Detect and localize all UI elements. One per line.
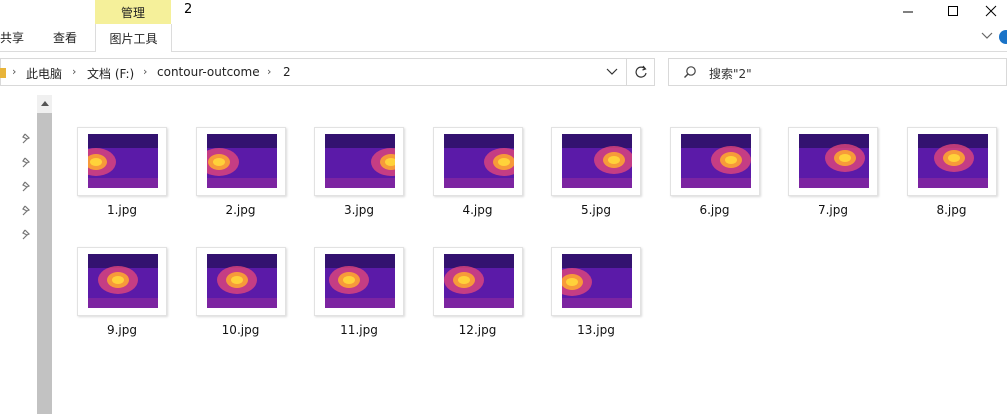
file-name[interactable]: 8.jpg xyxy=(902,203,1002,217)
close-icon xyxy=(985,5,997,17)
file-item[interactable]: 11.jpg xyxy=(309,247,409,337)
file-thumbnail[interactable] xyxy=(906,127,997,196)
file-item[interactable]: 3.jpg xyxy=(309,127,409,217)
chevron-down-icon xyxy=(606,68,618,75)
nav-pane-scrollbar[interactable] xyxy=(37,95,52,414)
file-name[interactable]: 11.jpg xyxy=(309,323,409,337)
file-item[interactable]: 13.jpg xyxy=(546,247,646,337)
maximize-button[interactable] xyxy=(930,0,976,22)
pin-icon[interactable] xyxy=(21,205,33,217)
file-name[interactable]: 3.jpg xyxy=(309,203,409,217)
file-item[interactable]: 2.jpg xyxy=(191,127,291,217)
file-thumbnail[interactable] xyxy=(432,127,523,196)
search-input[interactable]: 搜索"2" xyxy=(668,58,1007,86)
file-item[interactable]: 10.jpg xyxy=(191,247,291,337)
file-thumbnail[interactable] xyxy=(788,127,878,196)
file-thumbnail[interactable] xyxy=(669,127,760,196)
ribbon-tab-row: 共享 查看 图片工具 xyxy=(0,24,1007,52)
address-bar[interactable]: › 此电脑 › 文档 (F:) › contour-outcome › 2 xyxy=(0,58,655,86)
breadcrumb-contour-outcome[interactable]: contour-outcome xyxy=(157,65,260,79)
tab-view[interactable]: 查看 xyxy=(53,24,77,51)
pin-icon[interactable] xyxy=(21,181,33,193)
minimize-icon xyxy=(903,11,913,13)
breadcrumb-separator[interactable]: › xyxy=(72,65,76,78)
contour-image-icon xyxy=(562,254,632,308)
manage-tab[interactable]: 管理 xyxy=(95,0,171,24)
file-name[interactable]: 4.jpg xyxy=(428,203,528,217)
file-name[interactable]: 13.jpg xyxy=(546,323,646,337)
file-thumbnail[interactable] xyxy=(551,127,641,196)
contour-image-icon xyxy=(88,254,158,308)
tab-picture-tools[interactable]: 图片工具 xyxy=(95,24,172,52)
file-item[interactable]: 12.jpg xyxy=(428,247,528,337)
chevron-down-icon xyxy=(981,32,993,39)
file-item[interactable]: 8.jpg xyxy=(902,127,1002,217)
folder-icon xyxy=(0,68,6,78)
file-name[interactable]: 10.jpg xyxy=(191,323,291,337)
file-name[interactable]: 9.jpg xyxy=(72,323,172,337)
file-name[interactable]: 6.jpg xyxy=(665,203,765,217)
file-thumbnail[interactable] xyxy=(77,247,167,316)
breadcrumb-current[interactable]: 2 xyxy=(283,65,291,79)
file-thumbnail[interactable] xyxy=(195,127,286,196)
refresh-icon xyxy=(634,65,647,78)
file-thumbnail[interactable] xyxy=(195,247,286,316)
window-title: 2 xyxy=(184,2,193,17)
breadcrumb-separator[interactable]: › xyxy=(267,65,271,78)
breadcrumb-separator[interactable]: › xyxy=(143,65,147,78)
search-placeholder: 搜索"2" xyxy=(709,67,752,81)
tab-share[interactable]: 共享 xyxy=(0,24,24,51)
file-item[interactable]: 1.jpg xyxy=(72,127,172,217)
contour-image-icon xyxy=(206,134,277,188)
file-thumbnail[interactable] xyxy=(314,127,404,196)
contour-image-icon xyxy=(325,254,395,308)
breadcrumb-drive-f[interactable]: 文档 (F:) xyxy=(87,65,134,82)
file-item[interactable]: 6.jpg xyxy=(665,127,765,217)
help-icon[interactable] xyxy=(999,30,1007,44)
contour-image-icon xyxy=(562,134,632,188)
scroll-up-button[interactable] xyxy=(37,95,52,111)
file-name[interactable]: 5.jpg xyxy=(546,203,646,217)
file-name[interactable]: 7.jpg xyxy=(783,203,883,217)
file-item[interactable]: 7.jpg xyxy=(783,127,883,217)
contour-image-icon xyxy=(799,134,869,188)
file-item[interactable]: 9.jpg xyxy=(72,247,172,337)
file-name[interactable]: 2.jpg xyxy=(191,203,291,217)
file-item[interactable]: 5.jpg xyxy=(546,127,646,217)
ribbon-expand-button[interactable] xyxy=(981,30,993,44)
file-thumbnail[interactable] xyxy=(432,247,523,316)
contour-image-icon xyxy=(88,134,158,188)
contour-image-icon xyxy=(325,134,395,188)
breadcrumb-separator[interactable]: › xyxy=(12,65,16,78)
contour-image-icon xyxy=(917,134,988,188)
search-icon xyxy=(684,66,696,78)
scrollbar-thumb[interactable] xyxy=(37,113,52,414)
file-thumbnail[interactable] xyxy=(551,247,641,316)
minimize-button[interactable] xyxy=(885,0,931,22)
contour-image-icon xyxy=(206,254,277,308)
pin-icon[interactable] xyxy=(21,157,33,169)
breadcrumb-this-pc[interactable]: 此电脑 xyxy=(26,65,62,82)
file-item[interactable]: 4.jpg xyxy=(428,127,528,217)
file-thumbnail[interactable] xyxy=(314,247,404,316)
contour-image-icon xyxy=(443,134,514,188)
scroll-up-icon xyxy=(40,101,49,106)
address-history-dropdown[interactable] xyxy=(601,58,623,86)
close-button[interactable] xyxy=(975,0,1007,22)
pin-icon[interactable] xyxy=(21,229,33,241)
pin-icon[interactable] xyxy=(21,133,33,145)
maximize-icon xyxy=(948,6,958,16)
contour-image-icon xyxy=(443,254,514,308)
contour-image-icon xyxy=(680,134,751,188)
file-thumbnail[interactable] xyxy=(77,127,167,196)
file-name[interactable]: 12.jpg xyxy=(428,323,528,337)
file-name[interactable]: 1.jpg xyxy=(72,203,172,217)
refresh-button[interactable] xyxy=(626,58,654,86)
